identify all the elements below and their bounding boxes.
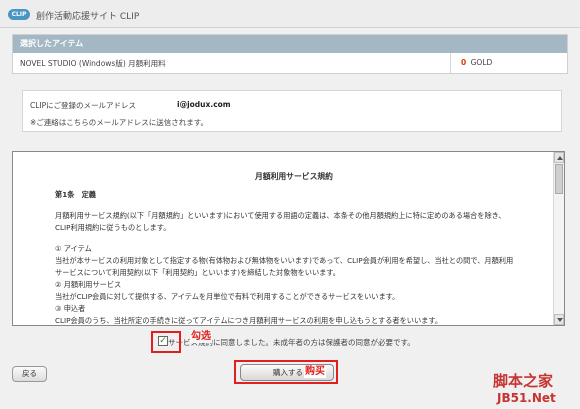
selected-item-heading: 選択したアイテム xyxy=(13,35,567,53)
checkbox-highlight-frame xyxy=(151,331,181,353)
site-title: 創作活動応援サイト CLIP xyxy=(36,12,140,22)
site-header: CLIP 創作活動応援サイト CLIP xyxy=(0,0,580,28)
column-divider xyxy=(450,53,451,73)
email-note: ※ご連絡はこちらのメールアドレスに送信されます。 xyxy=(30,118,209,127)
terms-line: サービスについて利用契約(以下「利用契約」といいます)を締結した対象物をいいます… xyxy=(55,268,340,277)
terms-line: ① アイテム xyxy=(55,244,92,253)
scroll-down-arrow-icon[interactable] xyxy=(554,314,564,325)
scroll-up-arrow-icon[interactable] xyxy=(554,152,564,163)
terms-line: 当社がCLIP会員に対して提供する、アイテムを月単位で有料で利用することができる… xyxy=(55,292,400,301)
annotation-check-note: 勾选 xyxy=(190,330,212,343)
back-button[interactable]: 戻る xyxy=(12,366,47,382)
terms-line: ③ 申込者 xyxy=(55,304,86,313)
terms-line: CLIP利用規約に従うものとします。 xyxy=(55,223,171,232)
email-panel: CLIPにご登録のメールアドレス i@jodux.com ※ご連絡はこちらのメー… xyxy=(22,90,562,132)
terms-title: 月額利用サービス規約 xyxy=(255,172,333,181)
annotation-buy-note: 购买 xyxy=(304,365,326,378)
price-value: 0 xyxy=(461,58,467,67)
terms-line: 当社が本サービスの利用対象として指定する物(有体物および無体物をいいます)であっ… xyxy=(55,256,514,265)
item-price: 0 GOLD xyxy=(461,58,492,67)
terms-line: 第1条 定義 xyxy=(55,190,96,199)
selected-item-row: NOVEL STUDIO (Windows版) 月額利用料 0 GOLD xyxy=(13,53,567,73)
selected-item-panel: 選択したアイテム NOVEL STUDIO (Windows版) 月額利用料 0… xyxy=(12,34,568,74)
terms-line: CLIP会員のうち、当社所定の手続きに従ってアイテムにつき月額利用サービスの利用… xyxy=(55,316,443,325)
terms-line: ② 月額利用サービス xyxy=(55,280,122,289)
price-unit: GOLD xyxy=(470,58,493,67)
watermark-domain: JB51.Net xyxy=(497,391,556,405)
email-address: i@jodux.com xyxy=(177,100,231,109)
clip-logo[interactable]: CLIP xyxy=(8,9,30,20)
scroll-thumb[interactable] xyxy=(555,164,563,194)
item-name: NOVEL STUDIO (Windows版) 月額利用料 xyxy=(20,59,166,68)
terms-scroll-box[interactable]: 月額利用サービス規約 第1条 定義 月額利用サービス規約(以下「月額規約」といい… xyxy=(12,151,565,326)
watermark-title: 脚本之家 xyxy=(493,372,554,390)
terms-scrollbar[interactable] xyxy=(553,152,564,325)
terms-line: 月額利用サービス規約(以下「月額規約」といいます)において使用する用語の定義は、… xyxy=(55,211,506,220)
buy-button-label: 購入する xyxy=(273,368,303,377)
email-label: CLIPにご登録のメールアドレス xyxy=(30,101,136,110)
